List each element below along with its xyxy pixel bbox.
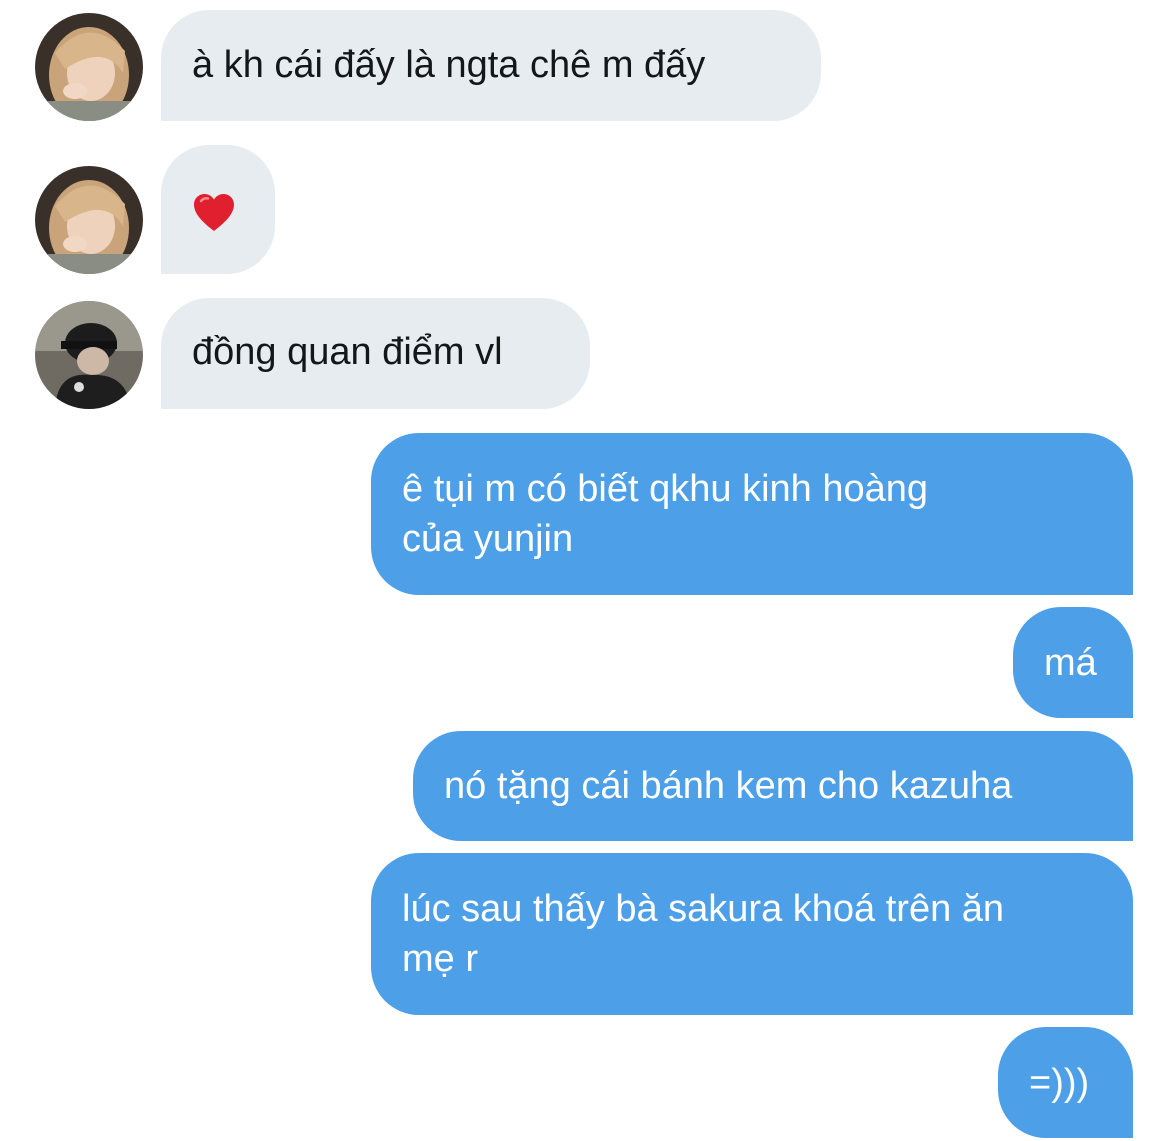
message-text-line: mẹ r [402, 938, 478, 980]
message-text: má [1044, 642, 1097, 684]
message-text-line: của yunjin [402, 518, 574, 560]
message-text: =))) [1029, 1062, 1090, 1104]
message-text-line: lúc sau thấy bà sakura khoá trên ăn [402, 888, 1005, 930]
message-bubble-outgoing[interactable]: nó tặng cái bánh kem cho kazuha [413, 731, 1133, 841]
sender-avatar[interactable] [35, 13, 143, 121]
message-bubble-outgoing[interactable]: lúc sau thấy bà sakura khoá trên ăn mẹ r [371, 853, 1133, 1015]
message-bubble-incoming[interactable]: à kh cái đấy là ngta chê m đấy [161, 10, 821, 121]
message-text: à kh cái đấy là ngta chê m đấy [192, 44, 706, 86]
sender-avatar[interactable] [35, 166, 143, 274]
message-bubble-outgoing[interactable]: =))) [998, 1027, 1133, 1138]
heart-emoji-icon [194, 194, 234, 231]
message-bubble-incoming[interactable]: đồng quan điểm vl [161, 298, 590, 409]
message-text: nó tặng cái bánh kem cho kazuha [444, 765, 1013, 807]
message-text: đồng quan điểm vl [192, 331, 503, 373]
message-bubble-outgoing[interactable]: ê tụi m có biết qkhu kinh hoàng của yunj… [371, 433, 1133, 595]
message-text-line: ê tụi m có biết qkhu kinh hoàng [402, 468, 929, 510]
message-bubble-incoming[interactable] [161, 145, 275, 274]
sender-avatar[interactable] [35, 301, 143, 409]
message-bubble-outgoing[interactable]: má [1013, 607, 1133, 718]
